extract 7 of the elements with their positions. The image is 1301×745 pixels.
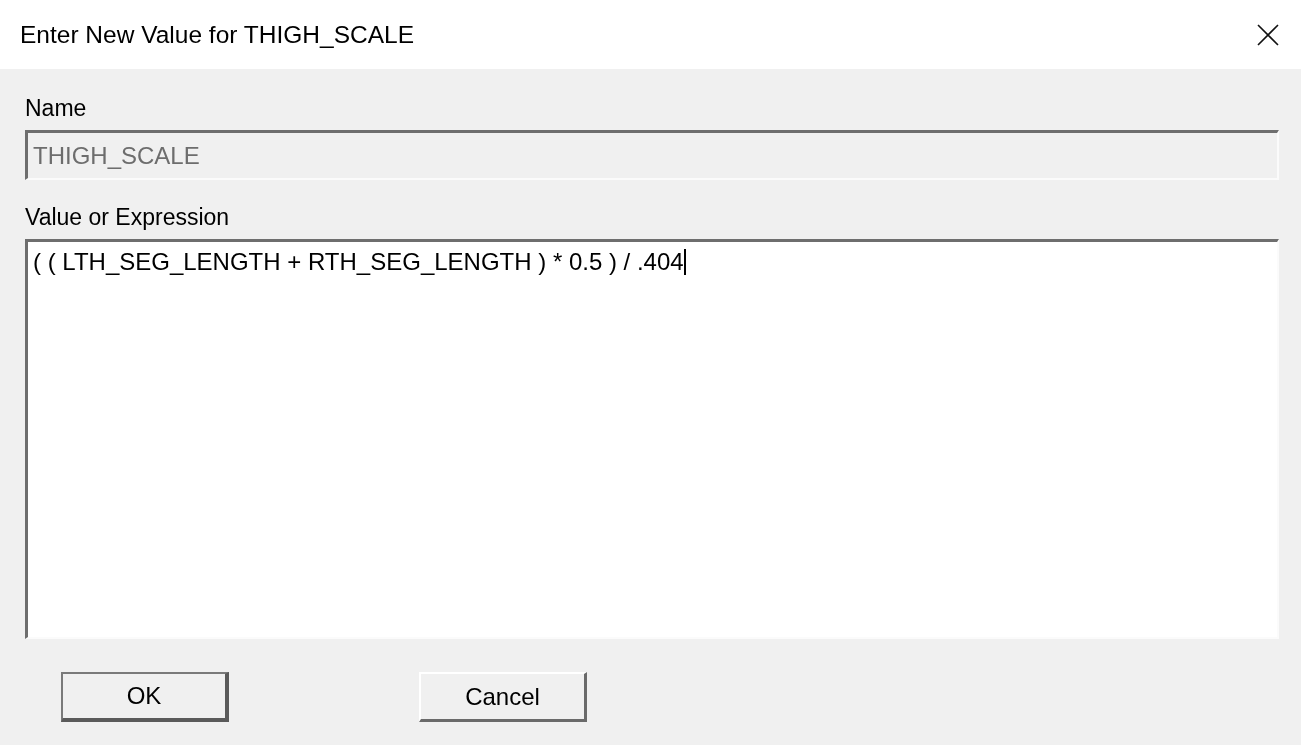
cancel-button[interactable]: Cancel [419, 672, 587, 722]
ok-button[interactable]: OK [61, 672, 229, 722]
field-label: Name [25, 96, 87, 120]
field-label: Value or Expression [25, 205, 230, 229]
expression-field[interactable]: ( ( LTH_SEG_LENGTH + RTH_SEG_LENGTH ) * 0.5 ) / .404 [25, 239, 1279, 639]
close-icon [1257, 23, 1279, 46]
window-title: Enter New Value for THIGH_SCALE [20, 20, 414, 49]
